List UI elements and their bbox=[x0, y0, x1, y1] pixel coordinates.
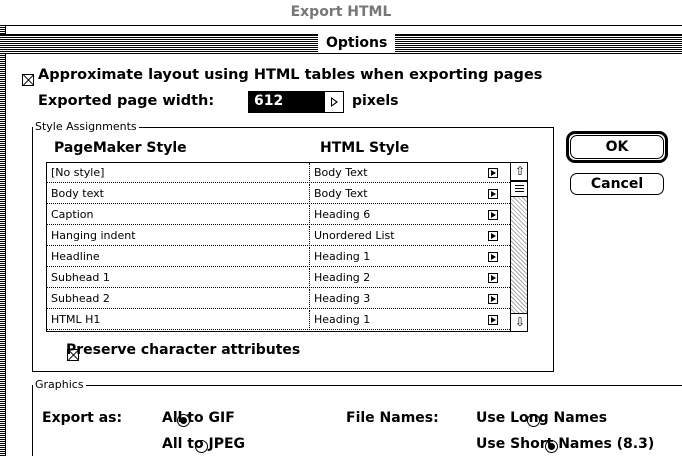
style-popup-icon[interactable] bbox=[488, 189, 498, 199]
approximate-layout-label: Approximate layout using HTML tables whe… bbox=[38, 67, 543, 83]
html-style-cell: Heading 6 bbox=[314, 208, 371, 221]
page-width-popup-button[interactable] bbox=[324, 91, 344, 113]
column-divider bbox=[309, 205, 310, 225]
graphics-label: Graphics bbox=[33, 378, 86, 391]
style-row[interactable]: [No style] Body Text bbox=[47, 163, 510, 183]
use-long-names-label: Use Long Names bbox=[476, 410, 608, 426]
use-short-names-label: Use Short Names (8.3) bbox=[476, 436, 655, 452]
scroll-down-icon[interactable]: ⇩ bbox=[511, 313, 527, 331]
style-popup-icon[interactable] bbox=[488, 168, 498, 178]
html-style-cell: Heading 2 bbox=[314, 271, 371, 284]
column-divider bbox=[309, 163, 310, 183]
scroll-up-icon[interactable]: ⇧ bbox=[511, 163, 527, 181]
export-as-label: Export as: bbox=[42, 410, 123, 426]
column-divider bbox=[309, 268, 310, 288]
style-popup-icon[interactable] bbox=[488, 231, 498, 241]
column-divider bbox=[309, 226, 310, 246]
style-row[interactable]: Hanging indent Unordered List bbox=[47, 226, 510, 246]
window-frame-left bbox=[0, 26, 6, 456]
ok-button[interactable]: OK bbox=[570, 135, 664, 159]
column-divider bbox=[309, 289, 310, 309]
style-row[interactable]: Headline Heading 1 bbox=[47, 247, 510, 267]
column-divider bbox=[309, 310, 310, 330]
pagemaker-style-cell: Caption bbox=[51, 208, 94, 221]
file-names-label: File Names: bbox=[346, 410, 439, 426]
page-width-label: Exported page width: bbox=[38, 93, 215, 109]
page-width-value: 612 bbox=[254, 93, 284, 109]
style-popup-icon[interactable] bbox=[488, 210, 498, 220]
preserve-attributes-label: Preserve character attributes bbox=[66, 342, 301, 358]
window-title: Export HTML bbox=[0, 0, 682, 26]
ok-button-frame[interactable]: OK bbox=[566, 131, 668, 163]
pagemaker-style-cell: HTML H1 bbox=[51, 313, 101, 326]
options-tab[interactable]: Options bbox=[318, 34, 396, 52]
page-width-unit: pixels bbox=[352, 93, 399, 109]
style-list[interactable]: [No style] Body Text Body text Body Text Cap… bbox=[46, 162, 528, 332]
pagemaker-style-cell: Subhead 2 bbox=[51, 292, 110, 305]
pagemaker-style-cell: Headline bbox=[51, 250, 100, 263]
html-style-cell: Body Text bbox=[314, 187, 368, 200]
pagemaker-style-cell: [No style] bbox=[51, 166, 105, 179]
style-popup-icon[interactable] bbox=[488, 273, 498, 283]
pagemaker-style-cell: Body text bbox=[51, 187, 104, 200]
approximate-layout-checkbox[interactable] bbox=[22, 74, 34, 86]
html-style-cell: Body Text bbox=[314, 166, 368, 179]
html-style-cell: Unordered List bbox=[314, 229, 395, 242]
html-style-cell: Heading 1 bbox=[314, 313, 371, 326]
pagemaker-style-cell: Subhead 1 bbox=[51, 271, 110, 284]
column-divider bbox=[309, 247, 310, 267]
all-to-jpeg-label: All to JPEG bbox=[162, 436, 246, 452]
pagemaker-style-cell: Hanging indent bbox=[51, 229, 136, 242]
html-style-cell: Heading 1 bbox=[314, 250, 371, 263]
html-style-header: HTML Style bbox=[320, 140, 410, 156]
style-row[interactable]: Body text Body Text bbox=[47, 184, 510, 204]
column-divider bbox=[309, 184, 310, 204]
all-to-gif-label: All to GIF bbox=[162, 410, 235, 426]
page-width-input[interactable]: 612 bbox=[248, 91, 324, 113]
style-row[interactable]: Subhead 1 Heading 2 bbox=[47, 268, 510, 288]
style-popup-icon[interactable] bbox=[488, 315, 498, 325]
style-row[interactable]: HTML H1 Heading 1 bbox=[47, 310, 510, 330]
style-row[interactable]: Caption Heading 6 bbox=[47, 205, 510, 225]
pagemaker-style-header: PageMaker Style bbox=[54, 140, 187, 156]
style-assignments-label: Style Assignments bbox=[33, 120, 139, 133]
scroll-thumb[interactable] bbox=[511, 181, 527, 197]
style-row[interactable]: Subhead 2 Heading 3 bbox=[47, 289, 510, 309]
style-popup-icon[interactable] bbox=[488, 252, 498, 262]
style-list-scrollbar[interactable]: ⇧ ⇩ bbox=[510, 163, 527, 331]
html-style-cell: Heading 3 bbox=[314, 292, 371, 305]
cancel-button[interactable]: Cancel bbox=[570, 173, 664, 195]
style-popup-icon[interactable] bbox=[488, 294, 498, 304]
